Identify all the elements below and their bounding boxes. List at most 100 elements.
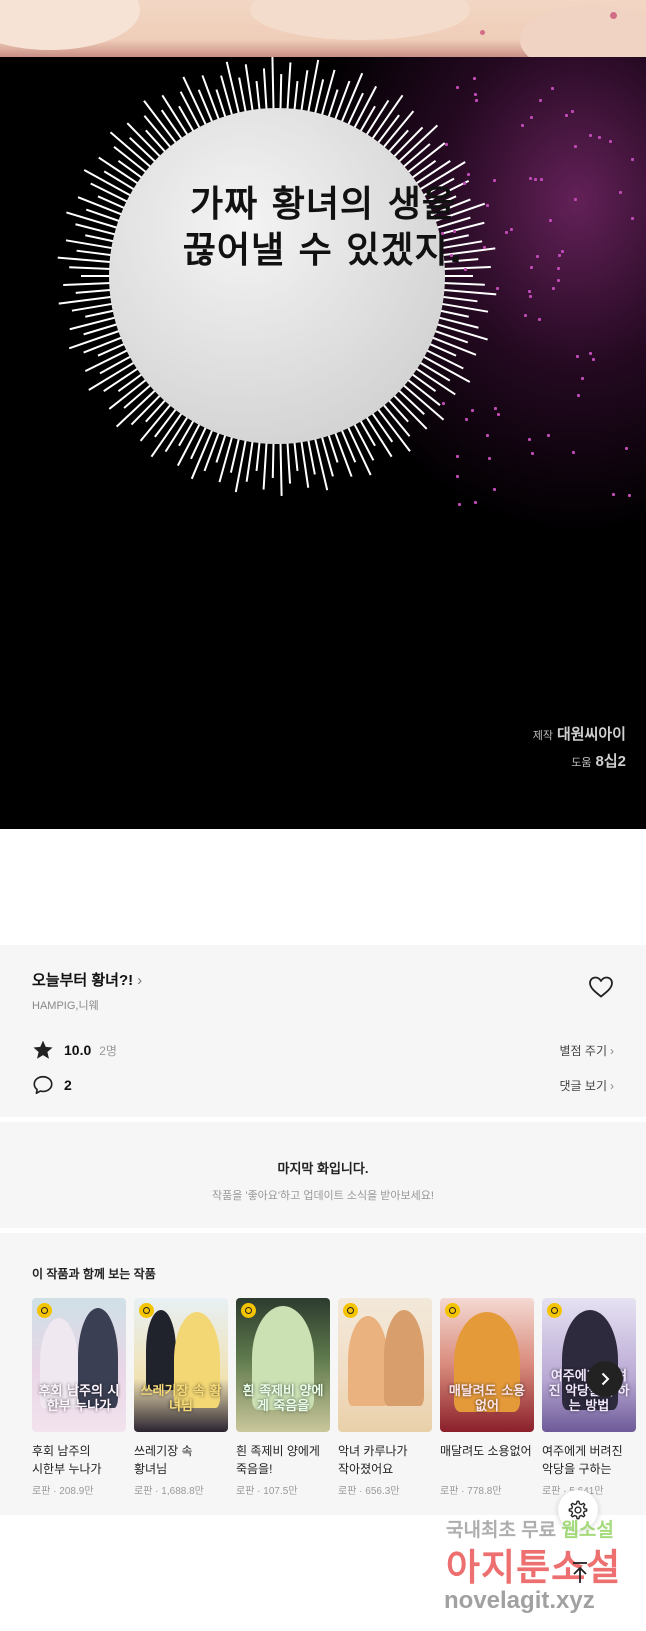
decor-speck (452, 229, 456, 233)
decor-speck (474, 500, 478, 504)
recommendation-views: 778.8만 (467, 1486, 502, 1497)
decor-speck (598, 135, 602, 139)
decor-speck (523, 313, 527, 317)
recommendation-views: 107.5만 (263, 1486, 298, 1497)
decor-speck (552, 286, 556, 290)
recommendation-genre: 로판 (338, 1486, 357, 1497)
clock-icon (445, 1303, 460, 1318)
work-title-link[interactable]: 오늘부터 황녀?! › (32, 969, 142, 990)
chevron-right-icon (601, 1372, 610, 1386)
recommendation-card[interactable]: 악녀 카루나가 작아졌어요 로판 · 656.3만 (338, 1298, 432, 1497)
decor-speck (441, 231, 445, 235)
recommendation-card[interactable]: 쓰레기장 속 황녀님 쓰레기장 속 황녀님 로판 · 1,688.8만 (134, 1298, 228, 1497)
decor-speck (627, 494, 631, 498)
recommendation-card[interactable]: 매달려도 소용없어 매달려도 소용없어 로판 · 778.8만 (440, 1298, 534, 1497)
recommendation-genre: 로판 (542, 1486, 561, 1497)
decor-speck (464, 268, 468, 272)
credit-production-label: 제작 (532, 730, 553, 742)
recommendation-cover[interactable]: 여주에게 버려진 악당을 구하는 방법 (542, 1298, 636, 1432)
decor-speck (495, 286, 499, 290)
decor-speck (529, 177, 533, 180)
recommendation-meta: 로판 · 107.5만 (236, 1486, 298, 1497)
decor-speck (564, 114, 568, 118)
work-info-panel: 오늘부터 황녀?! › HAMPIG,니웨 10.0 2명 별점 주기 › 2 댓글… (0, 945, 646, 1117)
recommendation-cover[interactable]: 흰 족제비 양에게 죽음을 (236, 1298, 330, 1432)
rating-row: 10.0 2명 별점 주기 › (32, 1038, 614, 1062)
clock-icon (241, 1303, 256, 1318)
decor-speck (485, 434, 489, 438)
recommendation-genre: 로판 (134, 1486, 153, 1497)
decor-speck (588, 133, 592, 137)
heart-icon[interactable] (588, 975, 614, 999)
decor-speck (539, 178, 543, 182)
credit-assist-label: 도움 (571, 757, 592, 769)
cover-logo-text: 매달려도 소용없어 (448, 1384, 526, 1414)
decor-speck (560, 249, 564, 253)
decor-speck (504, 230, 508, 234)
last-episode-subtext: 작품을 '좋아요'하고 업데이트 소식을 받아보세요! (212, 1190, 434, 1202)
decor-speck (530, 265, 534, 269)
decor-speck (608, 139, 612, 143)
decor-speck (496, 412, 500, 416)
watermark: 국내최초 무료 웹소설 아지툰소설 novelagit.xyz (440, 1515, 640, 1620)
recommendation-cover[interactable] (338, 1298, 432, 1432)
recommendation-card[interactable]: 여주에게 버려진 악당을 구하는 방법 여주에게 버려진 악당을 구하는 로판 … (542, 1298, 636, 1497)
recommendation-cover[interactable]: 후회 남주의 시한부 누나가 (32, 1298, 126, 1432)
decor-speck (455, 454, 459, 458)
work-title: 오늘부터 황녀?! (32, 972, 134, 989)
viewer-page: 가짜 황녀의 생을 끊어낼 수 있겠지. 제작 대원씨아이 도움 8십2 오늘부터 … (0, 0, 646, 1631)
recommendation-cover[interactable]: 매달려도 소용없어 (440, 1298, 534, 1432)
comments-button[interactable]: 댓글 보기 › (560, 1077, 615, 1094)
chevron-right-icon: › (137, 972, 143, 989)
comic-panel-top (0, 0, 646, 57)
comments-count: 2 (64, 1077, 72, 1093)
recommendation-title: 쓰레기장 속 황녀님 (134, 1444, 193, 1476)
recommendation-views: 208.9만 (59, 1486, 94, 1497)
decor-speck (455, 475, 459, 479)
clock-icon (343, 1303, 358, 1318)
recommendation-title: 매달려도 소용없어 (440, 1444, 532, 1458)
rating-count: 2명 (99, 1043, 117, 1058)
decor-speck (492, 178, 496, 182)
rate-button[interactable]: 별점 주기 › (560, 1042, 615, 1059)
recommendation-meta: 로판 · 1,688.8만 (134, 1486, 204, 1497)
decor-speck (572, 450, 576, 454)
recommendation-cover[interactable]: 쓰레기장 속 황녀님 (134, 1298, 228, 1432)
decor-speck (473, 93, 477, 97)
credit-assist-value: 8십2 (595, 753, 627, 770)
decor-speck (494, 406, 498, 410)
decor-speck (538, 99, 542, 103)
decor-speck (487, 457, 491, 461)
decor-speck (449, 254, 453, 258)
cover-logo-text: 후회 남주의 시한부 누나가 (38, 1384, 120, 1414)
comments-button-label: 댓글 보기 (559, 1078, 608, 1093)
star-icon (33, 1040, 53, 1059)
rate-button-label: 별점 주기 (559, 1043, 608, 1058)
chevron-right-icon: › (610, 1043, 614, 1058)
recommendation-card[interactable]: 후회 남주의 시한부 누나가 후회 남주의 시한부 누나가 되었다 로판 · 2… (32, 1298, 126, 1497)
decor-speck (527, 290, 531, 294)
scroll-top-button[interactable] (562, 1555, 598, 1591)
recommendation-meta: 로판 · 656.3만 (338, 1486, 400, 1497)
decor-speck (535, 255, 539, 259)
credit-production: 제작 대원씨아이 (533, 723, 626, 744)
decor-speck (441, 402, 445, 406)
clock-icon (139, 1303, 154, 1318)
comments-row: 2 댓글 보기 › (32, 1073, 614, 1097)
decor-speck (591, 357, 595, 361)
recommendation-views: 1,688.8만 (161, 1486, 204, 1497)
recommendations-title: 이 작품과 함께 보는 작품 (32, 1267, 156, 1281)
decor-speck (574, 197, 578, 201)
recommendation-card[interactable]: 흰 족제비 양에게 죽음을 흰 족제비 양에게 죽음을! 로판 · 107.5만 (236, 1298, 330, 1497)
recommendation-title: 악녀 카루나가 작아졌어요 (338, 1444, 408, 1476)
decor-speck (457, 502, 461, 506)
carousel-next-button[interactable] (587, 1361, 623, 1397)
decor-speck (465, 418, 469, 422)
recommendations-carousel[interactable]: 후회 남주의 시한부 누나가 후회 남주의 시한부 누나가 되었다 로판 · 2… (32, 1298, 646, 1498)
decor-speck (520, 123, 524, 127)
recommendation-genre: 로판 (236, 1486, 255, 1497)
cover-logo-text: 흰 족제비 양에게 죽음을 (242, 1384, 324, 1414)
decor-speck (463, 181, 467, 185)
comment-icon (33, 1075, 53, 1095)
credit-assist: 도움 8십2 (571, 750, 626, 771)
